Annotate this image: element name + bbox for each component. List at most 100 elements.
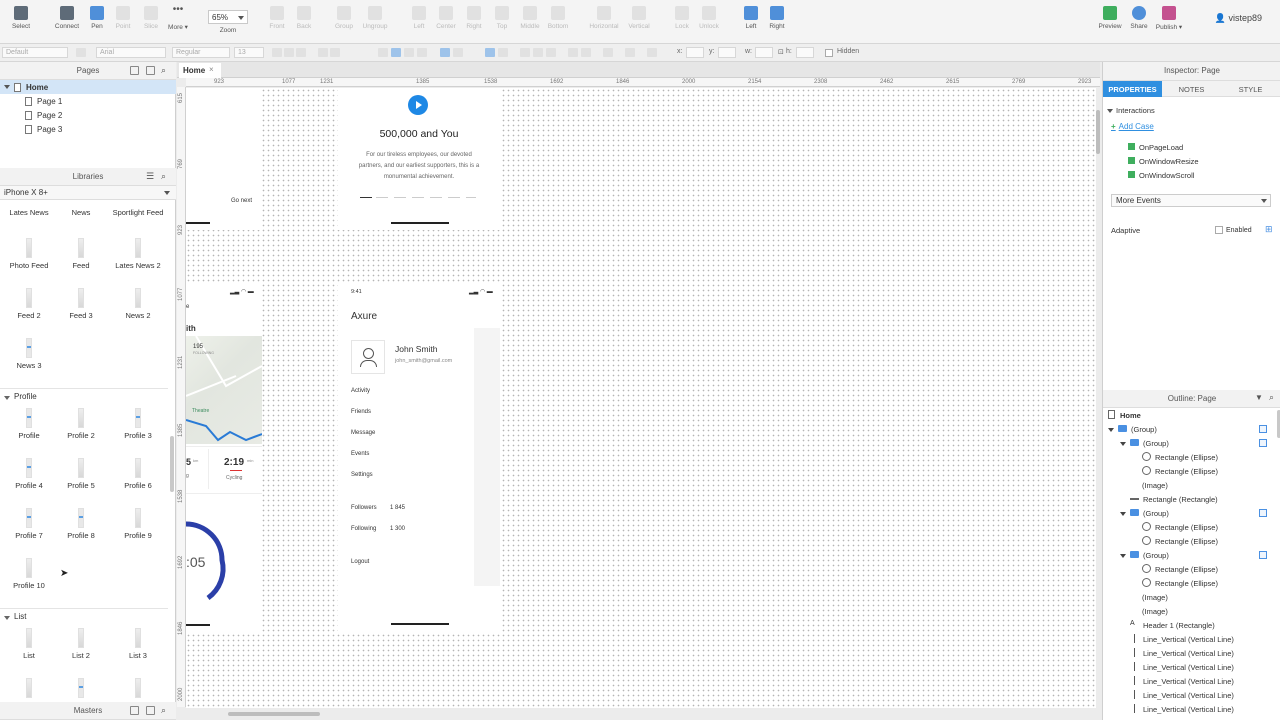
play-button[interactable] <box>408 95 428 115</box>
widget-item[interactable]: Profile 6 <box>108 458 168 490</box>
tab-notes[interactable]: NOTES <box>1162 81 1221 97</box>
align-bottom-button[interactable]: Bottom <box>541 6 575 30</box>
outline-row[interactable]: (Group) <box>1103 422 1273 436</box>
hidden-checkbox[interactable] <box>825 49 833 57</box>
widget-item[interactable]: News 2 <box>108 288 168 320</box>
bullets-icon[interactable] <box>330 48 340 57</box>
outline-row[interactable]: Line_Vertical (Vertical Line) <box>1103 688 1273 702</box>
canvas-horizontal-scrollbar[interactable] <box>228 712 320 716</box>
line-spacing-icon[interactable] <box>625 48 635 57</box>
unlock-button[interactable]: Unlock <box>692 6 726 30</box>
filter-icon[interactable]: ▼ <box>1255 393 1263 402</box>
menu-activity[interactable]: Activity <box>351 388 370 394</box>
event-onwindowresize[interactable]: OnWindowResize <box>1128 157 1199 166</box>
outline-row[interactable]: Rectangle (Ellipse) <box>1103 576 1273 590</box>
widget-item[interactable]: Profile 9 <box>108 508 168 540</box>
page-item-page-1[interactable]: Page 1 <box>0 94 176 108</box>
font-size-select[interactable]: 13 <box>234 47 264 58</box>
style-select[interactable]: Default <box>2 47 68 58</box>
expand-icon[interactable] <box>1120 512 1126 516</box>
tab-home[interactable]: Home <box>179 63 221 78</box>
page-dot-active[interactable] <box>360 197 372 198</box>
outline-row[interactable]: Rectangle (Ellipse) <box>1103 534 1273 548</box>
widget-item[interactable]: Profile 2 <box>52 408 110 440</box>
widget-item[interactable]: List 3 <box>108 628 168 660</box>
visibility-toggle-icon[interactable] <box>1259 509 1267 517</box>
text-align-right-icon[interactable] <box>404 48 414 57</box>
w-input[interactable] <box>755 47 773 58</box>
user-menu[interactable]: 👤 vistep89 <box>1215 13 1262 24</box>
libraries-scrollbar[interactable] <box>170 436 174 492</box>
outline-row[interactable]: Line_Vertical (Vertical Line) <box>1103 702 1273 716</box>
add-case-link[interactable]: + Add Case <box>1111 122 1154 131</box>
tab-style[interactable]: STYLE <box>1221 81 1280 97</box>
fill-color-icon[interactable] <box>485 48 495 57</box>
design-canvas[interactable]: Go next 500,000 and You For our tireless… <box>186 88 1096 708</box>
page-item-page-3[interactable]: Page 3 <box>0 122 176 136</box>
more-events-select[interactable]: More Events <box>1111 194 1271 207</box>
ungroup-button[interactable]: Ungroup <box>358 6 392 30</box>
right-panel-toggle-button[interactable]: Right <box>760 6 794 30</box>
widget-item[interactable]: Profile 10 <box>0 558 58 590</box>
outline-row[interactable]: Line_Vertical (Vertical Line) <box>1103 660 1273 674</box>
outline-row[interactable]: (Image) <box>1103 590 1273 604</box>
expand-icon[interactable] <box>1120 554 1126 558</box>
library-section-list[interactable]: List <box>0 610 170 624</box>
menu-icon[interactable]: ☰ <box>146 171 154 182</box>
outline-row[interactable]: Rectangle (Rectangle) <box>1103 492 1273 506</box>
canvas-vertical-scrollbar[interactable] <box>1096 110 1100 154</box>
expand-icon[interactable] <box>1120 442 1126 446</box>
widget-item[interactable]: Profile 8 <box>52 508 110 540</box>
close-icon[interactable]: × <box>209 65 214 74</box>
underline-icon[interactable] <box>296 48 306 57</box>
map-view[interactable]: 195 FOLLOWING Theatre <box>186 336 262 444</box>
widget-item[interactable]: News 3 <box>0 338 58 370</box>
menu-friends[interactable]: Friends <box>351 409 371 415</box>
select-tool-button[interactable]: Select <box>4 6 38 30</box>
widget-item[interactable]: List 2 <box>52 628 110 660</box>
outline-row[interactable]: Line_Vertical (Vertical Line) <box>1103 674 1273 688</box>
connect-tool-button[interactable]: Connect <box>50 6 84 30</box>
more-tools-button[interactable]: ••• More ▾ <box>161 5 195 32</box>
widget-item[interactable]: Feed <box>52 238 110 270</box>
widget-item[interactable] <box>0 678 58 700</box>
search-icon[interactable]: ⌕ <box>161 171 166 182</box>
search-icon[interactable]: ⌕ <box>1269 392 1274 403</box>
lock-ratio-icon[interactable]: ⊡ <box>778 48 784 56</box>
adaptive-views-icon[interactable]: ⊞ <box>1265 224 1273 235</box>
expand-icon[interactable] <box>1108 428 1114 432</box>
add-folder-icon[interactable] <box>146 66 155 75</box>
go-next-link[interactable]: Go next <box>231 198 252 204</box>
paint-format-icon[interactable] <box>76 48 86 57</box>
outline-row[interactable]: Line_Vertical (Vertical Line) <box>1103 632 1273 646</box>
widget-item[interactable] <box>108 678 168 700</box>
send-back-button[interactable]: Back <box>287 6 321 30</box>
outline-row[interactable]: Line_Vertical (Vertical Line) <box>1103 646 1273 660</box>
avatar[interactable] <box>351 340 385 374</box>
visibility-toggle-icon[interactable] <box>1259 551 1267 559</box>
widget-item[interactable]: Sportlight Feed <box>108 208 168 217</box>
outline-row[interactable]: Rectangle (Ellipse) <box>1103 464 1273 478</box>
visibility-toggle-icon[interactable] <box>1259 425 1267 433</box>
library-select[interactable]: iPhone X 8+ <box>0 186 176 200</box>
event-onpageload[interactable]: OnPageLoad <box>1128 143 1183 152</box>
bold-icon[interactable] <box>272 48 282 57</box>
opacity-icon[interactable] <box>568 48 578 57</box>
logout-button[interactable]: Logout <box>351 559 369 565</box>
widget-item[interactable] <box>52 678 110 700</box>
font-weight-select[interactable]: Regular <box>172 47 230 58</box>
font-color-icon[interactable] <box>318 48 328 57</box>
widget-item[interactable]: Feed 3 <box>52 288 110 320</box>
search-icon[interactable]: ⌕ <box>161 65 166 76</box>
page-item-page-2[interactable]: Page 2 <box>0 108 176 122</box>
widget-item[interactable]: Photo Feed <box>0 238 58 270</box>
menu-events[interactable]: Events <box>351 451 369 457</box>
partial-screen-onboarding[interactable]: Go next <box>186 88 262 230</box>
widget-item[interactable]: Profile 5 <box>52 458 110 490</box>
widget-item[interactable]: Profile 7 <box>0 508 58 540</box>
publish-button[interactable]: Publish ▾ <box>1152 6 1186 31</box>
outline-row[interactable]: (Group) <box>1103 506 1273 520</box>
border-width-icon[interactable] <box>520 48 530 57</box>
outline-row[interactable]: A Header 1 (Rectangle) <box>1103 618 1273 632</box>
italic-icon[interactable] <box>284 48 294 57</box>
